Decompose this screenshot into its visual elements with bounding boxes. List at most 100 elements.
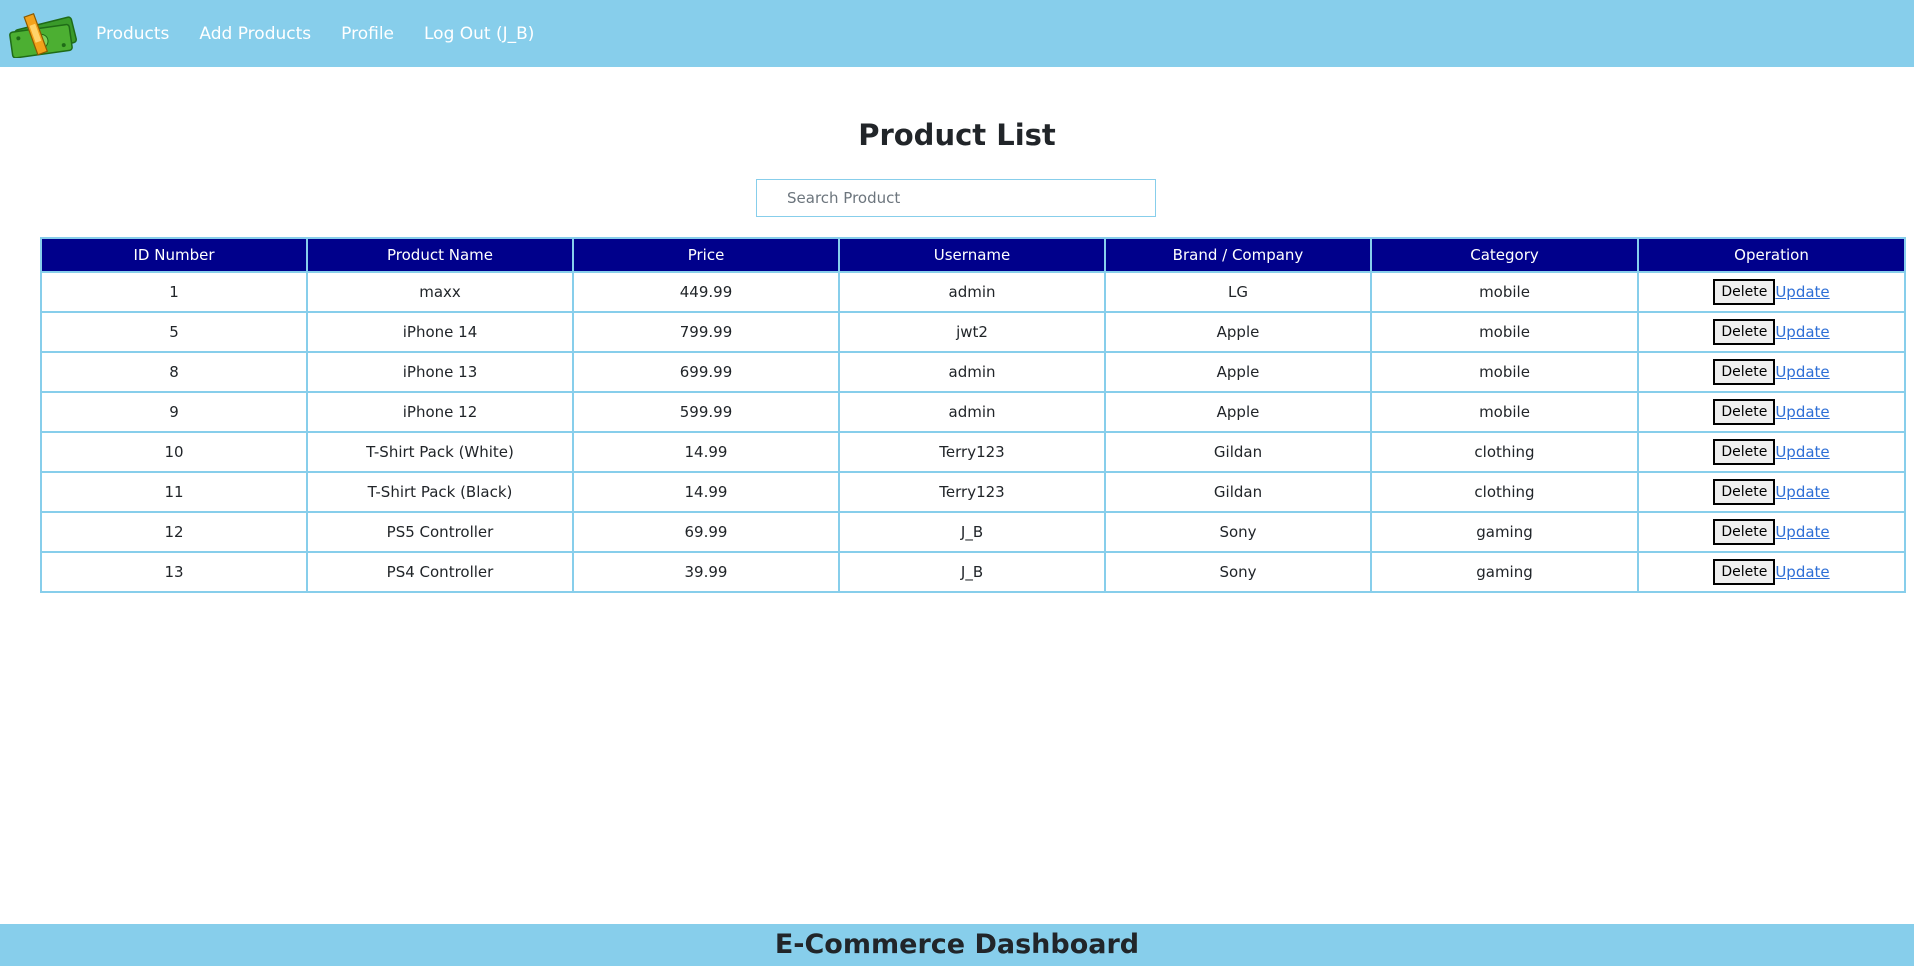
table-row: 11 T-Shirt Pack (Black) 14.99 Terry123 G… [40,471,1906,513]
update-link[interactable]: Update [1775,283,1829,301]
cell-username: jwt2 [838,311,1106,353]
cell-price: 699.99 [572,351,840,393]
cell-brand: Sony [1104,551,1372,593]
cell-id: 8 [40,351,308,393]
cell-category: gaming [1370,511,1639,553]
table-row: 13 PS4 Controller 39.99 J_B Sony gaming … [40,551,1906,593]
page-title: Product List [858,118,1056,152]
cell-id: 1 [40,271,308,313]
cell-price: 39.99 [572,551,840,593]
table-row: 5 iPhone 14 799.99 jwt2 Apple mobile Del… [40,311,1906,353]
cell-operation: Delete Update [1637,351,1906,393]
column-header-product-name: Product Name [306,237,574,273]
update-link[interactable]: Update [1775,443,1829,461]
update-link[interactable]: Update [1775,403,1829,421]
cell-id: 11 [40,471,308,513]
cell-product-name: T-Shirt Pack (White) [306,431,574,473]
cell-product-name: T-Shirt Pack (Black) [306,471,574,513]
footer-title: E-Commerce Dashboard [774,929,1140,960]
delete-button[interactable]: Delete [1713,559,1776,585]
search-input[interactable] [756,179,1156,217]
delete-button[interactable]: Delete [1713,399,1776,425]
cell-username: Terry123 [838,471,1106,513]
nav-link-add-products[interactable]: Add Products [199,24,311,44]
footer: E-Commerce Dashboard [0,924,1914,966]
cell-id: 5 [40,311,308,353]
update-link[interactable]: Update [1775,523,1829,541]
cell-brand: Apple [1104,351,1372,393]
table-body: 1 maxx 449.99 admin LG mobile Delete Upda… [40,271,1906,593]
nav-link-products[interactable]: Products [96,24,169,44]
cell-username: admin [838,271,1106,313]
cell-product-name: PS5 Controller [306,511,574,553]
nav-links: Products Add Products Profile Log Out (J… [96,24,564,44]
cell-category: gaming [1370,551,1639,593]
cell-category: clothing [1370,471,1639,513]
delete-button[interactable]: Delete [1713,359,1776,385]
cell-id: 12 [40,511,308,553]
delete-button[interactable]: Delete [1713,439,1776,465]
cell-brand: Apple [1104,311,1372,353]
update-link[interactable]: Update [1775,483,1829,501]
column-header-price: Price [572,237,840,273]
delete-button[interactable]: Delete [1713,319,1776,345]
cell-operation: Delete Update [1637,271,1906,313]
table-header-row: ID Number Product Name Price Username Br… [40,237,1906,273]
cell-category: mobile [1370,271,1639,313]
table-row: 10 T-Shirt Pack (White) 14.99 Terry123 G… [40,431,1906,473]
cell-brand: Apple [1104,391,1372,433]
cell-username: Terry123 [838,431,1106,473]
cell-category: mobile [1370,391,1639,433]
column-header-category: Category [1370,237,1639,273]
cell-id: 10 [40,431,308,473]
update-link[interactable]: Update [1775,363,1829,381]
cell-username: J_B [838,511,1106,553]
top-navbar: Products Add Products Profile Log Out (J… [0,0,1914,67]
cell-product-name: iPhone 13 [306,351,574,393]
cell-brand: LG [1104,271,1372,313]
update-link[interactable]: Update [1775,323,1829,341]
nav-link-profile[interactable]: Profile [341,24,394,44]
cell-category: clothing [1370,431,1639,473]
cell-product-name: iPhone 12 [306,391,574,433]
cell-username: admin [838,391,1106,433]
cell-category: mobile [1370,351,1639,393]
cell-brand: Sony [1104,511,1372,553]
cell-price: 449.99 [572,271,840,313]
cell-price: 69.99 [572,511,840,553]
cell-username: J_B [838,551,1106,593]
column-header-brand: Brand / Company [1104,237,1372,273]
cell-price: 599.99 [572,391,840,433]
table-row: 1 maxx 449.99 admin LG mobile Delete Upda… [40,271,1906,313]
cell-username: admin [838,351,1106,393]
cell-operation: Delete Update [1637,551,1906,593]
table-row: 12 PS5 Controller 69.99 J_B Sony gaming … [40,511,1906,553]
cell-brand: Gildan [1104,471,1372,513]
cell-category: mobile [1370,311,1639,353]
cell-price: 14.99 [572,431,840,473]
cell-price: 799.99 [572,311,840,353]
cell-operation: Delete Update [1637,391,1906,433]
cell-operation: Delete Update [1637,431,1906,473]
cell-price: 14.99 [572,471,840,513]
cell-product-name: PS4 Controller [306,551,574,593]
column-header-username: Username [838,237,1106,273]
column-header-operation: Operation [1637,237,1906,273]
cell-product-name: maxx [306,271,574,313]
cell-operation: Delete Update [1637,471,1906,513]
update-link[interactable]: Update [1775,563,1829,581]
cell-id: 9 [40,391,308,433]
cell-id: 13 [40,551,308,593]
table-row: 9 iPhone 12 599.99 admin Apple mobile De… [40,391,1906,433]
cell-operation: Delete Update [1637,311,1906,353]
delete-button[interactable]: Delete [1713,519,1776,545]
cell-brand: Gildan [1104,431,1372,473]
column-header-id: ID Number [40,237,308,273]
delete-button[interactable]: Delete [1713,479,1776,505]
nav-link-logout[interactable]: Log Out (J_B) [424,24,534,44]
money-stack-logo-icon[interactable] [6,10,78,58]
cell-product-name: iPhone 14 [306,311,574,353]
cell-operation: Delete Update [1637,511,1906,553]
table-row: 8 iPhone 13 699.99 admin Apple mobile De… [40,351,1906,393]
delete-button[interactable]: Delete [1713,279,1776,305]
